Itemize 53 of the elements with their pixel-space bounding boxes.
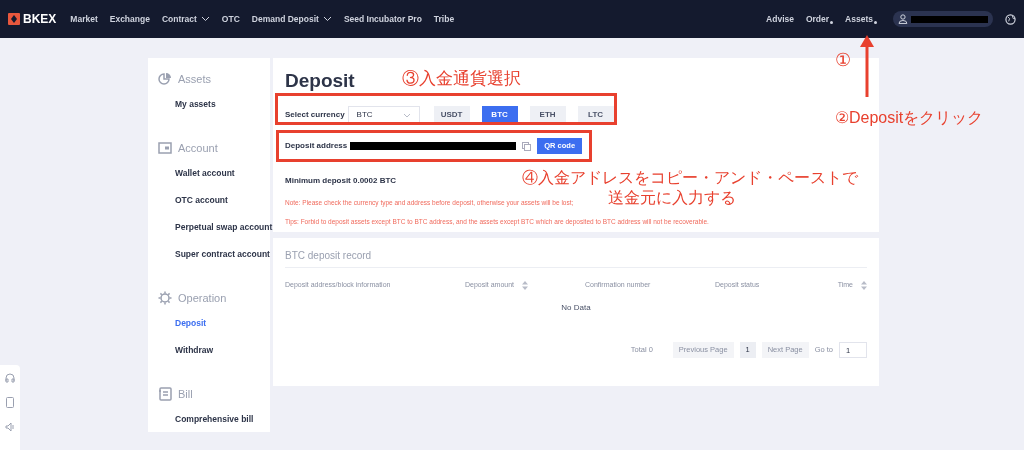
- sidebar-item[interactable]: Comprehensive bill: [175, 413, 254, 426]
- logo-icon: [8, 13, 20, 25]
- copy-icon[interactable]: [522, 141, 532, 151]
- sort-icon[interactable]: [522, 280, 529, 290]
- caret-icon: [322, 16, 332, 22]
- field-label: Select currency: [285, 109, 345, 121]
- sidebar-item[interactable]: Wallet account: [175, 167, 235, 180]
- sort-icon[interactable]: [861, 280, 867, 290]
- nav-link[interactable]: Order: [805, 12, 834, 26]
- nav-link[interactable]: Market: [70, 12, 98, 26]
- sidebar-item[interactable]: Deposit: [175, 317, 207, 330]
- empty-state-text: No Data: [560, 302, 592, 314]
- annotation-text: ①: [835, 49, 851, 72]
- sidebar-section-title: Assets: [178, 71, 211, 87]
- caret-icon: [402, 112, 411, 118]
- minimum-deposit-text: Minimum deposit 0.0002 BTC: [285, 176, 397, 185]
- speaker-icon[interactable]: [5, 422, 15, 432]
- annotation-text: ③入金通貨選択: [402, 68, 521, 90]
- pie-chart-icon: [158, 72, 172, 86]
- nav-link[interactable]: Exchange: [109, 12, 150, 26]
- sidebar-item[interactable]: My assets: [175, 98, 216, 111]
- nav-link[interactable]: Demand Deposit: [251, 12, 332, 26]
- gear-icon: [158, 291, 172, 305]
- currency-select[interactable]: BTC: [347, 106, 420, 124]
- bill-icon: [158, 387, 172, 401]
- nav-link[interactable]: Seed Incubator Pro: [343, 12, 422, 26]
- headset-icon[interactable]: [5, 373, 15, 383]
- sidebar-item[interactable]: Perpetual swap account: [175, 221, 273, 234]
- page-title: Deposit: [285, 70, 355, 91]
- user-menu[interactable]: [893, 11, 993, 27]
- field-label: Deposit address: [285, 140, 348, 152]
- globe-icon[interactable]: [1005, 13, 1016, 25]
- nav-link[interactable]: OTC: [221, 12, 240, 26]
- sidebar-item[interactable]: Withdraw: [175, 344, 214, 357]
- phone-icon[interactable]: [6, 397, 14, 408]
- annotation-text: ④入金アドレスをコピー・アンド・ペーストで: [522, 168, 858, 188]
- sidebar-item[interactable]: OTC account: [175, 194, 228, 207]
- user-icon: [898, 14, 908, 24]
- nav-link[interactable]: Tribe: [433, 12, 455, 26]
- nav-link[interactable]: Assets: [845, 12, 877, 26]
- section-title: BTC deposit record: [285, 248, 867, 268]
- annotation-text: 送金元に入力する: [608, 188, 736, 208]
- sidebar-section-title: Bill: [178, 386, 193, 402]
- logo-text[interactable]: BKEX: [23, 10, 57, 28]
- wallet-icon: [158, 142, 172, 154]
- sidebar-section-title: Account: [178, 140, 218, 156]
- nav-link[interactable]: Advise: [766, 12, 794, 26]
- caret-icon: [200, 16, 210, 22]
- nav-link[interactable]: Contract: [161, 12, 210, 26]
- sidebar-item[interactable]: Super contract account: [175, 248, 270, 261]
- annotation-text: ②Depositをクリック: [835, 108, 984, 128]
- annotation-arrow: [860, 35, 874, 97]
- sidebar-section-title: Operation: [178, 290, 227, 306]
